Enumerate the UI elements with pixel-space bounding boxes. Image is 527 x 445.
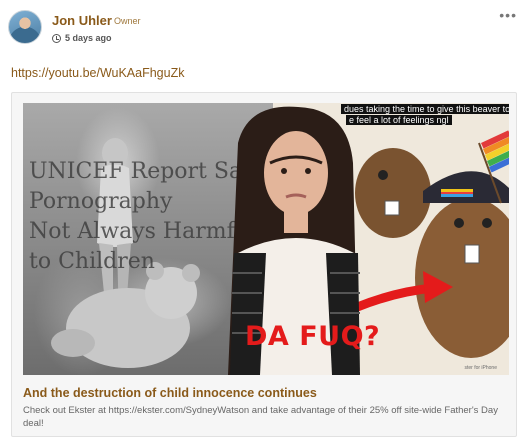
preview-title[interactable]: And the destruction of child innocence c…: [23, 386, 317, 400]
feed-post: Jon Uhler Owner 5 days ago ••• https://y…: [0, 0, 527, 445]
avatar[interactable]: [8, 10, 42, 44]
post-time: 5 days ago: [65, 33, 112, 43]
clock-icon: [52, 33, 61, 43]
thumbnail-credit: ster for iPhone: [464, 365, 497, 371]
post-link[interactable]: https://youtu.be/WuKAaFhguZk: [11, 66, 184, 80]
link-preview-card[interactable]: UNICEF Report Says Pornography Not Alway…: [11, 92, 517, 437]
preview-description: Check out Ekster at https://ekster.com/S…: [23, 405, 498, 429]
thumbnail-big-text: DA FUQ?: [245, 321, 381, 352]
post-timestamp[interactable]: 5 days ago: [52, 33, 112, 43]
preview-thumbnail[interactable]: UNICEF Report Says Pornography Not Alway…: [23, 103, 509, 375]
author-role-badge: Owner: [114, 16, 141, 26]
author-name[interactable]: Jon Uhler: [52, 13, 112, 28]
more-options-icon[interactable]: •••: [499, 8, 517, 22]
